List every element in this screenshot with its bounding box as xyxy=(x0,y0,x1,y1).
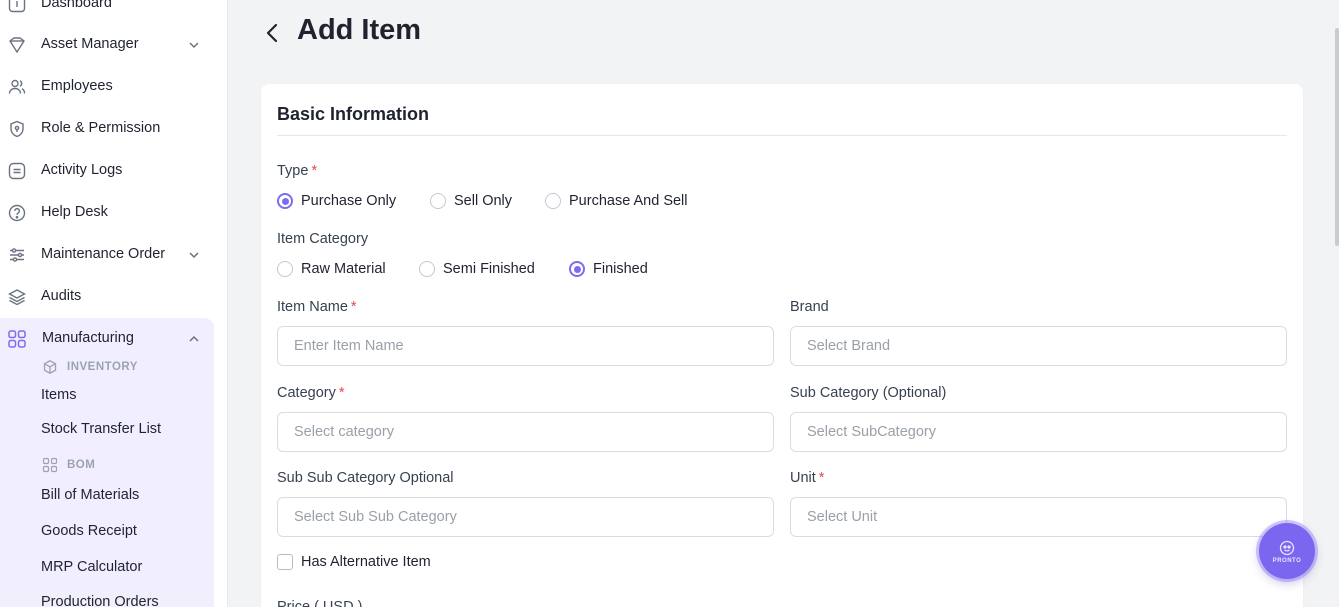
users-icon xyxy=(8,79,26,94)
category-select[interactable] xyxy=(277,412,774,452)
item-name-input[interactable] xyxy=(277,326,774,366)
radio-button[interactable] xyxy=(277,193,293,209)
scrollbar-thumb[interactable] xyxy=(1335,28,1339,246)
radio-button[interactable] xyxy=(569,261,585,277)
sidebar-subitem-goods-receipt[interactable]: Goods Receipt xyxy=(41,523,137,539)
sidebar-subitem-production-orders[interactable]: Production Orders xyxy=(41,594,159,607)
required-mark: * xyxy=(350,299,357,315)
sidebar-item-dashboard[interactable]: Dashboard xyxy=(0,0,214,20)
required-mark: * xyxy=(338,385,345,401)
category-radio-semi-finished[interactable]: Semi Finished xyxy=(419,259,535,279)
grid-icon xyxy=(42,457,58,473)
sidebar-item-asset-manager[interactable]: Asset Manager xyxy=(0,27,214,61)
price-label: Price ( USD ) xyxy=(277,599,363,607)
sidebar-item-audits[interactable]: Audits xyxy=(0,279,214,313)
asset-icon xyxy=(9,37,25,54)
sub-category-select[interactable] xyxy=(790,412,1287,452)
sidebar-item-manufacturing[interactable]: Manufacturing xyxy=(0,321,214,355)
sidebar-item-maintenance-order[interactable]: Maintenance Order xyxy=(0,237,214,271)
item-category-label: Item Category xyxy=(277,231,369,247)
required-mark: * xyxy=(818,470,825,486)
sidebar-item-employees[interactable]: Employees xyxy=(0,69,214,103)
grid-icon xyxy=(8,330,26,348)
basic-information-card: Basic Information Type * Purchase Only Se… xyxy=(261,84,1303,607)
type-label: Type * xyxy=(277,163,318,179)
sidebar-subitem-stock-transfer-list[interactable]: Stock Transfer List xyxy=(41,421,161,437)
radio-button[interactable] xyxy=(545,193,561,209)
item-name-label: Item Name * xyxy=(277,299,357,315)
checkbox[interactable] xyxy=(277,554,293,570)
sidebar-item-label: Asset Manager xyxy=(41,36,139,52)
sidebar-item-activity-logs[interactable]: Activity Logs xyxy=(0,153,214,187)
logs-icon xyxy=(8,162,26,180)
help-icon xyxy=(8,204,26,222)
sidebar-subitem-mrp-calculator[interactable]: MRP Calculator xyxy=(41,559,142,575)
sidebar-item-label: Employees xyxy=(41,78,113,94)
unit-select[interactable] xyxy=(790,497,1287,537)
sidebar-item-role-permission[interactable]: Role & Permission xyxy=(0,111,214,145)
chevron-up-icon[interactable] xyxy=(187,332,201,346)
sub-sub-category-label: Sub Sub Category Optional xyxy=(277,470,454,486)
assistant-label: PRONTO xyxy=(1272,557,1302,564)
sidebar-item-label: Audits xyxy=(41,288,82,304)
chevron-down-icon[interactable] xyxy=(187,38,201,52)
divider xyxy=(277,135,1287,136)
type-radio-purchase-only[interactable]: Purchase Only xyxy=(277,191,396,211)
page-title: Add Item xyxy=(297,14,422,46)
has-alternative-item-checkbox[interactable]: Has Alternative Item xyxy=(277,554,431,570)
sidebar-item-help-desk[interactable]: Help Desk xyxy=(0,195,214,229)
sidebar-item-label: Manufacturing xyxy=(42,330,134,346)
box-icon xyxy=(43,360,57,374)
sidebar-item-label: Help Desk xyxy=(41,204,108,220)
category-label: Category * xyxy=(277,385,345,401)
sidebar: Dashboard Asset Manager Employees Role &… xyxy=(0,0,228,607)
sub-sub-category-select[interactable] xyxy=(277,497,774,537)
sidebar-subitem-bill-of-materials[interactable]: Bill of Materials xyxy=(41,487,139,503)
assistant-icon xyxy=(1279,540,1295,555)
sidebar-subitem-items[interactable]: Items xyxy=(41,387,76,403)
sidebar-item-label: Dashboard xyxy=(41,0,112,11)
bom-heading: BOM xyxy=(42,456,95,474)
category-radio-raw-material[interactable]: Raw Material xyxy=(277,259,386,279)
brand-label: Brand xyxy=(790,299,829,315)
section-title: Basic Information xyxy=(277,104,430,124)
category-radio-finished[interactable]: Finished xyxy=(569,259,648,279)
type-radio-sell-only[interactable]: Sell Only xyxy=(430,191,512,211)
sub-category-label: Sub Category (Optional) xyxy=(790,385,947,401)
layers-icon xyxy=(8,289,26,306)
dashboard-icon xyxy=(8,0,26,13)
brand-select[interactable] xyxy=(790,326,1287,366)
sidebar-item-label: Role & Permission xyxy=(41,120,161,136)
type-radio-purchase-and-sell[interactable]: Purchase And Sell xyxy=(545,191,688,211)
chevron-down-icon[interactable] xyxy=(187,248,201,262)
radio-button[interactable] xyxy=(430,193,446,209)
radio-button[interactable] xyxy=(419,261,435,277)
manufacturing-section: Manufacturing INVENTORY Items Stock Tran… xyxy=(0,318,214,607)
shield-icon xyxy=(10,120,24,138)
sidebar-item-label: Maintenance Order xyxy=(41,246,166,262)
inventory-heading: INVENTORY xyxy=(42,358,138,376)
unit-label: Unit * xyxy=(790,470,825,486)
required-mark: * xyxy=(311,163,318,179)
sidebar-item-label: Activity Logs xyxy=(41,162,123,178)
assistant-button[interactable]: PRONTO xyxy=(1259,523,1315,579)
sliders-icon xyxy=(10,248,24,262)
radio-button[interactable] xyxy=(277,261,293,277)
chevron-left-icon[interactable] xyxy=(263,22,283,44)
